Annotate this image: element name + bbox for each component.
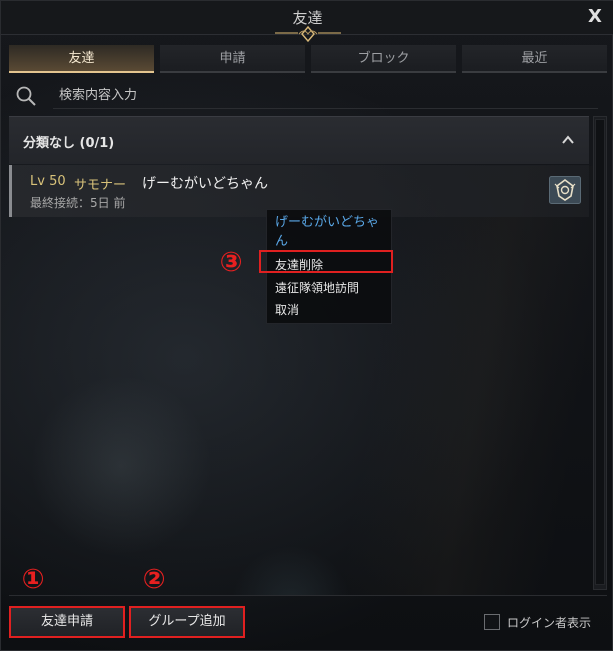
tab-requests[interactable]: 申請 [160, 45, 305, 73]
tab-recent[interactable]: 最近 [462, 45, 607, 73]
friend-name: げーむがいどちゃん [142, 176, 268, 192]
tab-blocked[interactable]: ブロック [311, 45, 456, 73]
friend-last-login: 最終接続：5日 前 [30, 196, 126, 210]
menu-item-cancel[interactable]: 取消 [275, 301, 387, 318]
group-header[interactable]: 分類なし (0/1) [9, 116, 589, 164]
tab-friends[interactable]: 友達 [9, 45, 154, 73]
group-title: 分類なし (0/1) [23, 136, 115, 151]
chevron-up-icon[interactable] [561, 133, 575, 147]
search-icon [16, 86, 36, 106]
scrollbar-thumb[interactable] [595, 119, 605, 585]
friend-request-button[interactable]: 友達申請 [9, 606, 125, 638]
title-ornament-icon [275, 25, 341, 43]
annotation-number-3: ③ [219, 247, 243, 278]
friend-list: 分類なし (0/1) Lv 50 サモナー げーむがいどちゃん 最終接続：5日 … [9, 116, 589, 590]
annotation-number-1: ① [21, 564, 45, 595]
search-input[interactable] [53, 83, 598, 109]
menu-item-visit-territory[interactable]: 遠征隊領地訪問 [275, 279, 387, 296]
context-menu-title: げーむがいどちゃん [275, 215, 380, 249]
highlight-box [259, 250, 393, 273]
guild-crest-icon [549, 176, 581, 204]
scrollbar[interactable] [593, 116, 607, 590]
title-bar: 友達 X [1, 1, 613, 43]
online-only-label: ログイン者表示 [507, 616, 592, 630]
friends-window: 友達 X 友達 申請 ブロック 最近 分類なし (0/1) Lv 50 サモナー [0, 0, 613, 651]
close-button[interactable]: X [584, 5, 606, 29]
footer-divider [9, 595, 607, 596]
friend-class: サモナー [74, 178, 127, 193]
online-only-toggle[interactable]: ログイン者表示 [484, 613, 608, 633]
online-only-checkbox[interactable] [484, 614, 500, 630]
friend-level: Lv 50 [30, 174, 66, 189]
search-row [9, 81, 605, 111]
tab-bar: 友達 申請 ブロック 最近 [9, 45, 609, 73]
add-group-button[interactable]: グループ追加 [129, 606, 245, 638]
annotation-number-2: ② [142, 564, 166, 595]
